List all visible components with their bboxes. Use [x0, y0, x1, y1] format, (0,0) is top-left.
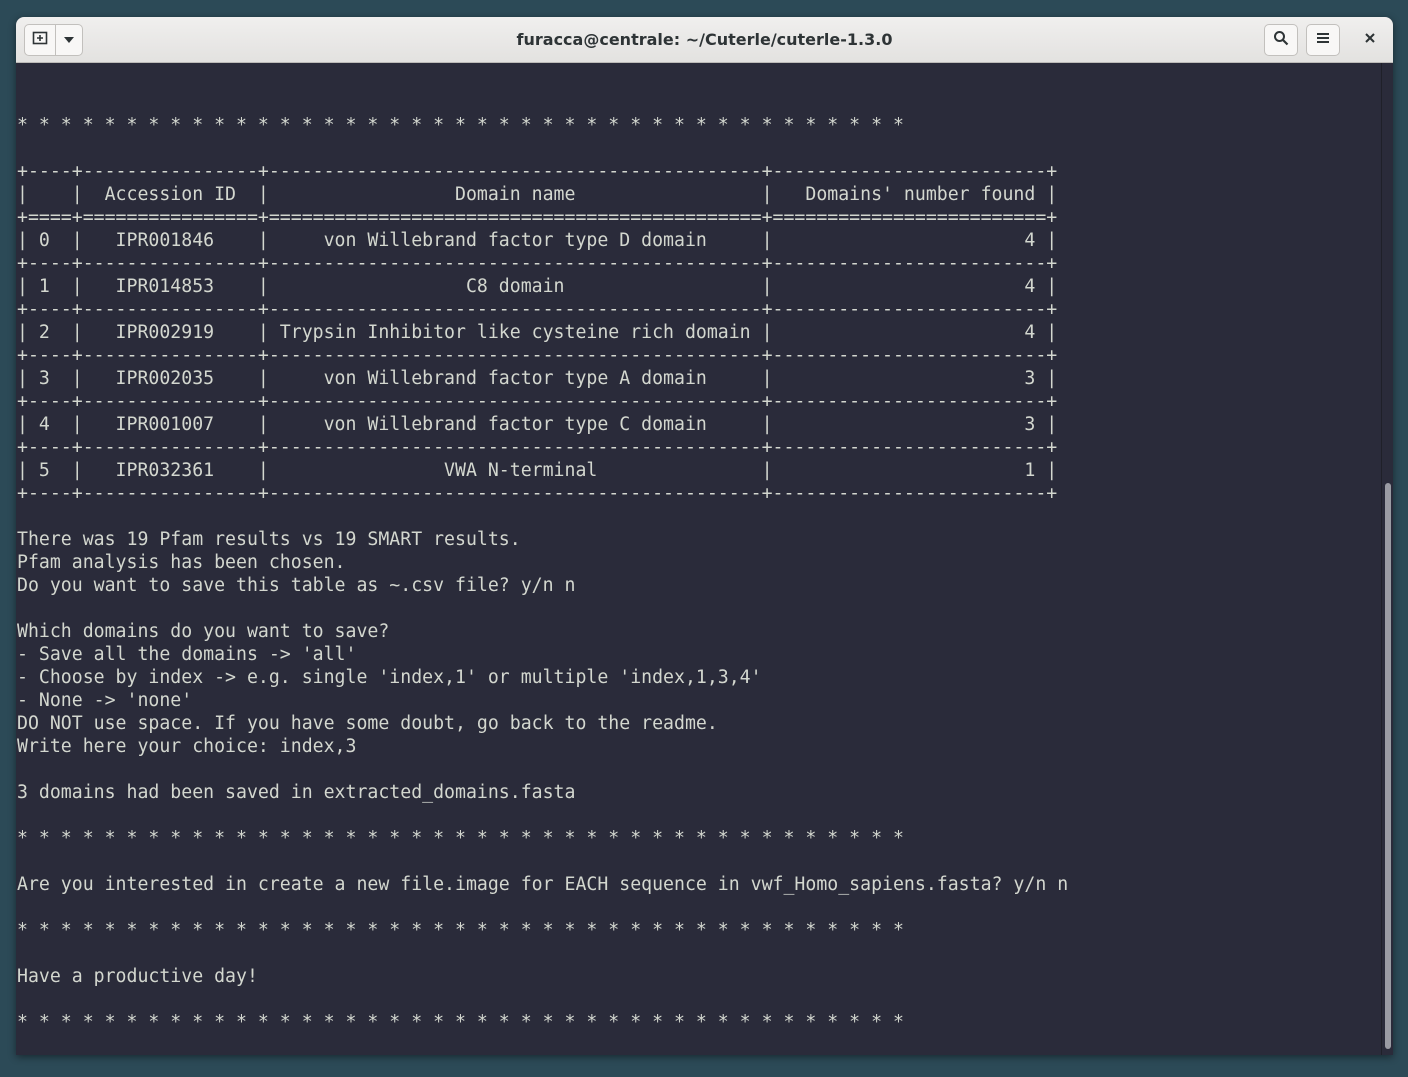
terminal-line: +----+----------------+-----------------…: [17, 483, 1058, 504]
terminal-line: Have a productive day!: [17, 966, 258, 987]
terminal-line: | 4 | IPR001007 | von Willebrand factor …: [17, 414, 1058, 435]
terminal-line: * * * * * * * * * * * * * * * * * * * * …: [17, 920, 904, 941]
terminal-line: +----+----------------+-----------------…: [17, 161, 1058, 182]
terminal-line: Which domains do you want to save?: [17, 621, 390, 642]
terminal-line: Pfam analysis has been chosen.: [17, 552, 346, 573]
terminal-line: | 5 | IPR032361 | VWA N-terminal | 1 |: [17, 460, 1058, 481]
terminal-line: | 1 | IPR014853 | C8 domain | 4 |: [17, 276, 1058, 297]
terminal-output[interactable]: * * * * * * * * * * * * * * * * * * * * …: [16, 63, 1381, 1055]
terminal-line: Are you interested in create a new file.…: [17, 874, 1069, 895]
terminal-line: Write here your choice: index,3: [17, 736, 357, 757]
close-icon: [1364, 31, 1376, 49]
terminal-line: | 3 | IPR002035 | von Willebrand factor …: [17, 368, 1058, 389]
terminal-line: +----+----------------+-----------------…: [17, 253, 1058, 274]
terminal-line: DO NOT use space. If you have some doubt…: [17, 713, 718, 734]
terminal-text: * * * * * * * * * * * * * * * * * * * * …: [17, 91, 1068, 1055]
terminal-line: | 2 | IPR002919 | Trypsin Inhibitor like…: [17, 322, 1058, 343]
scrollbar-thumb[interactable]: [1385, 483, 1391, 1049]
new-tab-icon: [32, 30, 48, 51]
window-title: furacca@centrale: ~/Cuterle/cuterle-1.3.…: [516, 30, 893, 49]
chevron-down-icon: [63, 31, 75, 49]
terminal-scrollbar[interactable]: [1381, 63, 1393, 1055]
search-icon: [1273, 30, 1289, 51]
terminal-line: * * * * * * * * * * * * * * * * * * * * …: [17, 1012, 904, 1033]
hamburger-menu-icon: [1316, 31, 1330, 49]
search-button[interactable]: [1264, 24, 1298, 56]
tab-menu-dropdown-button[interactable]: [55, 24, 83, 56]
terminal-line: - Save all the domains -> 'all': [17, 644, 357, 665]
terminal-line: | 0 | IPR001846 | von Willebrand factor …: [17, 230, 1058, 251]
title-bar: furacca@centrale: ~/Cuterle/cuterle-1.3.…: [16, 17, 1393, 63]
terminal-line: +----+----------------+-----------------…: [17, 345, 1058, 366]
terminal-line: * * * * * * * * * * * * * * * * * * * * …: [17, 115, 904, 136]
terminal-line: - None -> 'none': [17, 690, 193, 711]
terminal-line: There was 19 Pfam results vs 19 SMART re…: [17, 529, 521, 550]
terminal-line: +====+================+=================…: [17, 207, 1058, 228]
terminal-line: | | Accession ID | Domain name | Domains…: [17, 184, 1058, 205]
terminal-line: Do you want to save this table as ~.csv …: [17, 575, 576, 596]
terminal-line: +----+----------------+-----------------…: [17, 299, 1058, 320]
terminal-line: * * * * * * * * * * * * * * * * * * * * …: [17, 828, 904, 849]
terminal-line: +----+----------------+-----------------…: [17, 437, 1058, 458]
new-tab-button[interactable]: [24, 24, 56, 56]
terminal-line: +----+----------------+-----------------…: [17, 391, 1058, 412]
terminal-line: 3 domains had been saved in extracted_do…: [17, 782, 576, 803]
terminal-line: - Choose by index -> e.g. single 'index,…: [17, 667, 762, 688]
main-menu-button[interactable]: [1306, 24, 1340, 56]
close-button[interactable]: [1354, 24, 1386, 56]
terminal-window: furacca@centrale: ~/Cuterle/cuterle-1.3.…: [16, 17, 1393, 1055]
